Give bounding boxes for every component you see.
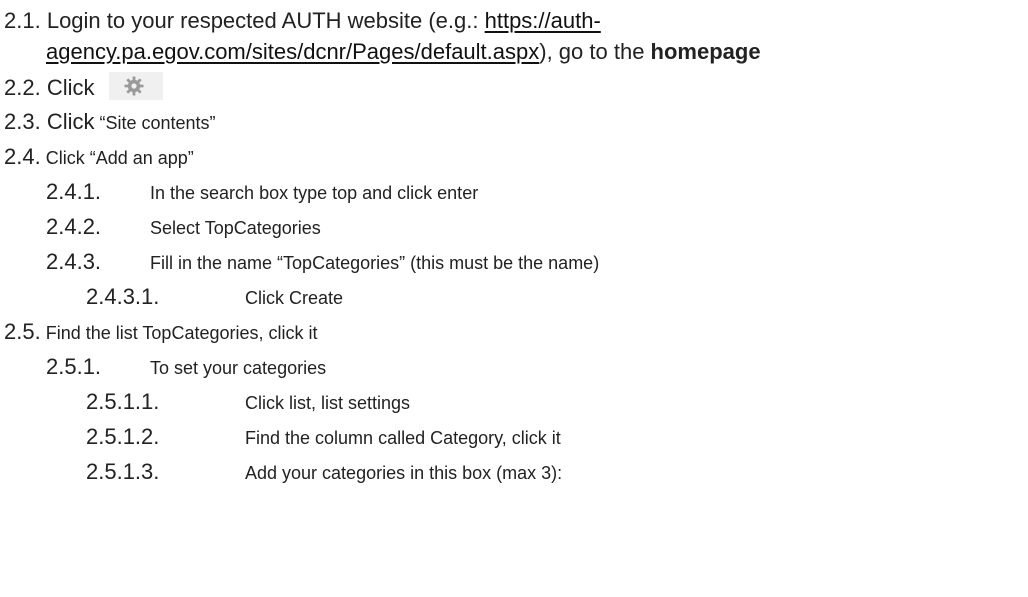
- list-item-2-5-1: 2.5.1. To set your categories: [46, 352, 326, 382]
- document-page: 2.1. Login to your respected AUTH websit…: [0, 0, 1028, 597]
- item-text: Click Create: [245, 288, 344, 308]
- list-item-2-1-continued: agency.pa.egov.com/sites/dcnr/Pages/defa…: [46, 37, 761, 67]
- list-item-2-5-1-2: 2.5.1.2. Find the column called Category,…: [86, 422, 561, 452]
- item-number: 2.4.: [4, 144, 41, 169]
- item-number: 2.2.: [4, 75, 41, 100]
- item-number: 2.4.1.: [46, 179, 102, 204]
- item-number: 2.4.3.: [46, 249, 102, 274]
- item-number: 2.3.: [4, 109, 41, 134]
- gear-icon: [108, 72, 163, 100]
- item-text: Click list, list settings: [245, 393, 411, 413]
- item-number: 2.5.1.2.: [86, 424, 160, 449]
- item-text: Find the column called Category, click i…: [245, 428, 561, 448]
- list-item-2-1: 2.1. Login to your respected AUTH websit…: [4, 6, 601, 36]
- item-text: Add your categories in this box (max 3):: [245, 463, 563, 483]
- item-number: 2.5.1.3.: [86, 459, 160, 484]
- item-text: “Site contents”: [94, 113, 216, 133]
- list-item-2-4: 2.4. Click “Add an app”: [4, 142, 194, 172]
- item-text: Select TopCategories: [150, 218, 321, 238]
- item-text: Click “Add an app”: [40, 148, 194, 168]
- item-text: ), go to the: [539, 39, 651, 64]
- item-text-click: Click: [46, 109, 95, 134]
- list-item-2-4-1: 2.4.1. In the search box type top and cli…: [46, 177, 478, 207]
- list-item-2-5-1-3: 2.5.1.3. Add your categories in this box …: [86, 457, 562, 487]
- list-item-2-4-3-1: 2.4.3.1. Click Create: [86, 282, 343, 312]
- homepage-label: homepage: [650, 39, 761, 64]
- item-number: 2.1.: [4, 8, 41, 33]
- list-item-2-4-2: 2.4.2. Select TopCategories: [46, 212, 321, 242]
- item-text: Login to your respected AUTH website (e.…: [46, 8, 485, 33]
- list-item-2-3: 2.3. Click “Site contents”: [4, 107, 216, 137]
- item-text: In the search box type top and click ent…: [150, 183, 479, 203]
- item-number: 2.5.1.: [46, 354, 102, 379]
- item-text: Click: [46, 75, 95, 100]
- auth-website-link[interactable]: https://auth-: [485, 8, 601, 33]
- item-number: 2.4.3.1.: [86, 284, 160, 309]
- item-text: Fill in the name “TopCategories” (this m…: [150, 253, 600, 273]
- item-text: To set your categories: [150, 358, 327, 378]
- list-item-2-4-3: 2.4.3. Fill in the name “TopCategories” (…: [46, 247, 599, 277]
- item-number: 2.5.1.1.: [86, 389, 160, 414]
- item-text: Find the list TopCategories, click it: [40, 323, 318, 343]
- list-item-2-5-1-1: 2.5.1.1. Click list, list settings: [86, 387, 410, 417]
- list-item-2-5: 2.5. Find the list TopCategories, click …: [4, 317, 318, 347]
- item-number: 2.5.: [4, 319, 41, 344]
- item-number: 2.4.2.: [46, 214, 102, 239]
- list-item-2-2: 2.2. Click: [4, 72, 163, 102]
- auth-website-link-continued[interactable]: agency.pa.egov.com/sites/dcnr/Pages/defa…: [46, 39, 539, 64]
